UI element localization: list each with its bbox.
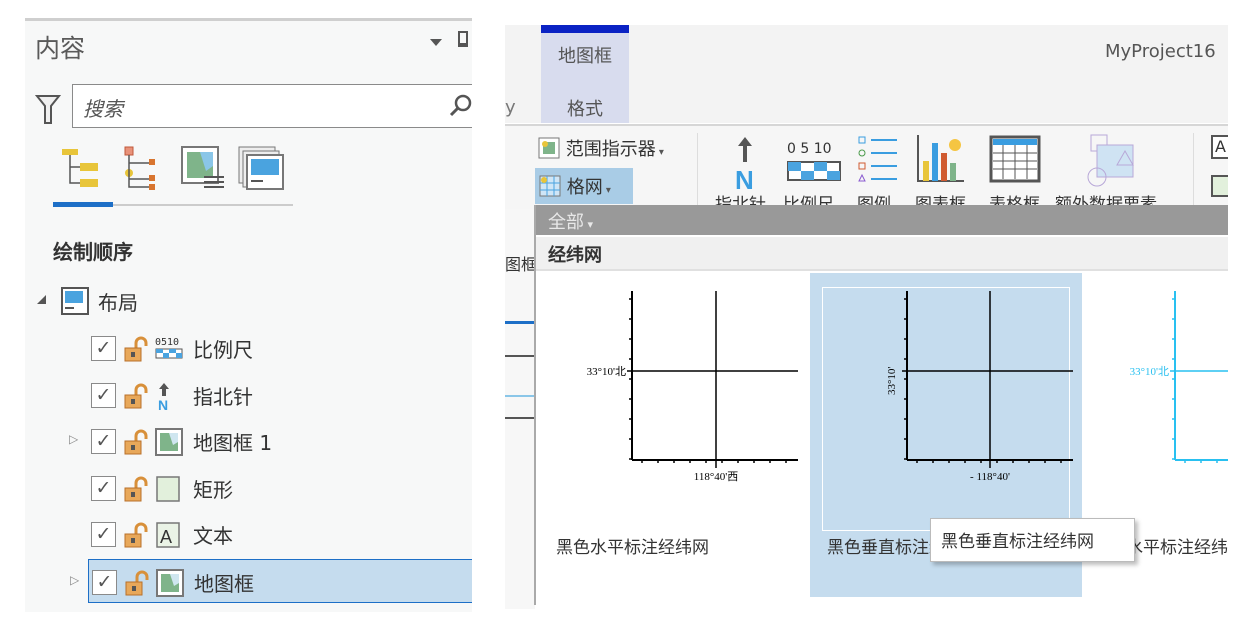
tree-item[interactable]: ✓ 矩形 <box>25 466 472 510</box>
lock-icon[interactable] <box>124 522 150 548</box>
grid-button[interactable]: 格网 ▾ <box>535 168 633 204</box>
graticule-lon-label: - 118°40' <box>970 471 1010 483</box>
pin-icon[interactable] <box>458 31 468 47</box>
visibility-checkbox[interactable]: ✓ <box>91 429 116 455</box>
divider <box>505 417 535 419</box>
tree-item[interactable]: ✓ 0510 比例尺 <box>25 326 472 370</box>
gallery-thumbnails: 33°10'北 118°40'西 33°10' - 118°40' 33°10'北 <box>587 291 1228 483</box>
scale-bar-icon[interactable] <box>787 161 843 183</box>
scale-bar-icon: 0510 <box>155 335 183 363</box>
graticule-lon-label: 118°40'西 <box>694 471 738 483</box>
ribbon-separator <box>1193 133 1194 208</box>
category-label: 经纬网 <box>548 245 602 266</box>
visibility-checkbox[interactable]: ✓ <box>91 475 116 501</box>
expand-icon[interactable]: ▷ <box>70 573 79 587</box>
extent-indicator-label: 范围指示器 <box>565 139 656 160</box>
north-arrow-icon: N <box>155 382 183 413</box>
dynamic-element-icon[interactable] <box>1083 133 1143 189</box>
visibility-checkbox[interactable]: ✓ <box>91 382 116 408</box>
tree-label: 地图框 <box>194 572 254 596</box>
tree-label: 布局 <box>98 291 138 315</box>
tree-item[interactable]: ▷ ✓ 地图框 1 <box>25 419 472 463</box>
divider <box>505 321 535 324</box>
search-icon[interactable] <box>448 93 472 119</box>
tree-item[interactable]: ✓ N 指北针 <box>25 373 472 417</box>
tree-root-layout[interactable]: 布局 <box>25 279 472 323</box>
tree-label: 地图框 1 <box>193 431 273 456</box>
table-frame-icon[interactable] <box>989 135 1041 183</box>
graticule-lat-label: 33°10'北 <box>1130 365 1169 378</box>
collapse-icon[interactable] <box>37 295 46 304</box>
visibility-checkbox[interactable]: ✓ <box>91 336 116 361</box>
gallery-item-label[interactable]: 黑色水平标注经纬网 <box>556 533 709 558</box>
ribbon-window: y 地图框 格式 MyProject16 图框 范围指示器 ▾ 格网 ▾ N 0… <box>505 25 1228 615</box>
tree-item[interactable]: ▷ ✓ 地图框 <box>70 559 472 603</box>
map-frame-icon <box>155 428 183 457</box>
tree-item[interactable]: ✓ A 文本 <box>25 512 472 556</box>
drawing-order-tab-icon[interactable] <box>60 145 104 191</box>
context-tab-group-label: 地图框 <box>558 46 612 67</box>
ribbon-separator <box>697 133 698 208</box>
side-fragment-label: 图框 <box>505 255 535 274</box>
gallery-filter-bar <box>536 205 1228 235</box>
search-input[interactable]: 搜索 <box>72 84 472 128</box>
visibility-checkbox[interactable]: ✓ <box>92 570 117 595</box>
pane-title: 内容 <box>35 34 86 63</box>
gallery-filter-dropdown[interactable]: 全部 ▾ <box>548 208 593 234</box>
expand-icon[interactable]: ▷ <box>69 432 78 446</box>
svg-text:A: A <box>160 527 172 547</box>
lock-icon[interactable] <box>124 476 150 502</box>
gallery-dropdown: 全部 ▾ 经纬网 33°10'北 118°40'西 33°10' - 118°40' 3… <box>534 205 1228 605</box>
tree-label: 指北针 <box>193 384 253 409</box>
search-placeholder: 搜索 <box>83 97 123 121</box>
scale-bar-numbers: 0 5 10 <box>787 141 832 157</box>
divider <box>505 395 535 397</box>
active-tab-indicator <box>53 202 113 207</box>
grid-icon <box>539 175 561 197</box>
tooltip: 黑色垂直标注经纬网 <box>930 518 1135 562</box>
text-style-icon[interactable]: A <box>1211 135 1228 159</box>
tab-fragment: y <box>505 97 516 118</box>
layout-tab-icon[interactable] <box>237 145 285 191</box>
project-title: MyProject16 <box>1105 41 1216 62</box>
selection-tab-icon[interactable] <box>123 145 163 191</box>
lock-icon[interactable] <box>124 429 150 455</box>
divider <box>505 355 535 357</box>
extent-indicator-icon <box>538 137 560 159</box>
rectangle-icon <box>155 475 183 503</box>
filter-icon[interactable] <box>35 93 61 125</box>
contents-pane: 内容 搜索 绘制顺序 布局 ✓ 0510 比例尺 ✓ N 指北针 ▷ ✓ 地图框 1 ✓ 矩形 ✓ A 文… <box>25 18 472 612</box>
filter-label: 全部 <box>548 212 584 233</box>
tree-label: 比例尺 <box>193 338 253 362</box>
dropdown-arrow-icon: ▾ <box>655 147 664 158</box>
svg-text:N: N <box>158 397 168 410</box>
dropdown-arrow-icon: ▾ <box>584 218 594 231</box>
layout-icon <box>61 287 89 315</box>
data-source-tab-icon[interactable] <box>180 145 226 191</box>
legend-icon[interactable] <box>857 135 901 185</box>
tree-label: 文本 <box>193 524 233 549</box>
lock-icon[interactable] <box>124 336 150 362</box>
graticule-lat-label: 33°10'北 <box>587 365 626 378</box>
section-title: 绘制顺序 <box>53 240 133 264</box>
tree-label: 矩形 <box>193 477 233 502</box>
svg-text:N: N <box>735 165 754 191</box>
visibility-checkbox[interactable]: ✓ <box>91 522 116 548</box>
north-arrow-icon[interactable]: N <box>731 135 761 191</box>
lock-icon[interactable] <box>125 570 151 596</box>
chart-frame-icon[interactable] <box>915 133 967 185</box>
grid-label: 格网 <box>566 177 603 198</box>
extent-indicator-button[interactable]: 范围指示器 ▾ <box>538 135 664 161</box>
graticule-lat-label: 33°10' <box>886 367 898 395</box>
tab-format[interactable]: 格式 <box>541 95 629 121</box>
dropdown-arrow-icon: ▾ <box>602 185 611 196</box>
text-icon: A <box>155 521 183 549</box>
lock-icon[interactable] <box>124 383 150 409</box>
svg-text:0510: 0510 <box>155 337 179 348</box>
pane-menu-icon[interactable] <box>430 39 442 46</box>
rectangle-style-icon[interactable] <box>1211 175 1228 197</box>
gallery-category-header <box>536 237 1228 271</box>
map-frame-icon <box>156 569 184 597</box>
